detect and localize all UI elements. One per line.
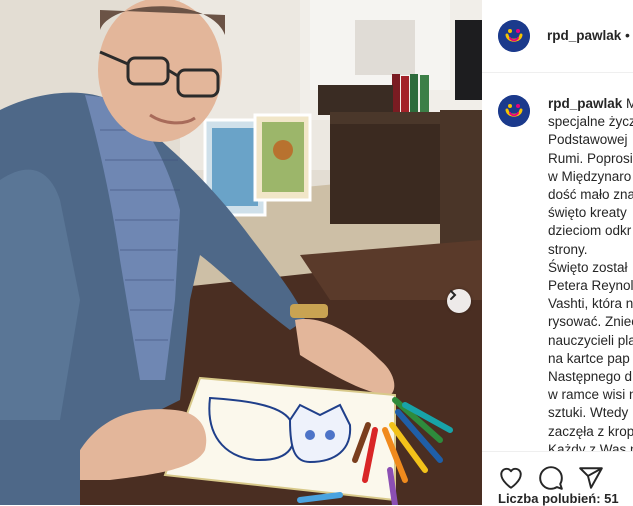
photo-scene — [0, 0, 482, 505]
rpd-logo-avatar-icon — [498, 20, 530, 52]
caption-line: nauczycieli pla — [548, 332, 633, 348]
caption-line: Petera Reynol — [548, 278, 633, 294]
caption-line: strony. — [548, 241, 588, 257]
post-header: rpd_pawlak • — [482, 0, 633, 73]
chevron-right-icon — [450, 290, 457, 300]
caption-line-0: rpd_pawlak Mi — [548, 95, 633, 113]
avatar[interactable] — [498, 20, 530, 52]
caption-line: Vashti, która n — [548, 296, 633, 312]
caption-line: Każdy z Was m — [548, 441, 633, 451]
heart-icon[interactable] — [498, 465, 524, 491]
caption-line: Następnego d — [548, 369, 633, 385]
comment-icon[interactable] — [538, 465, 564, 491]
caption-line: święto kreaty — [548, 205, 627, 221]
caption-line: dzieciom odkr — [548, 223, 632, 239]
caption-line: w Międzynaro — [548, 168, 632, 184]
caption-line: Święto został — [548, 259, 628, 275]
caption-line: w ramce wisi n — [548, 387, 633, 403]
caption-line: rysować. Zniec — [548, 314, 633, 330]
post-photo[interactable] — [0, 0, 482, 505]
header-separator: • — [625, 27, 630, 43]
likes-count[interactable]: Liczba polubień: 51 — [498, 491, 619, 506]
paper-plane-icon[interactable] — [578, 465, 604, 491]
caption-scroll-area[interactable]: rpd_pawlak Mi specjalne życz Podstawowej… — [482, 73, 633, 451]
caption-line: sztuki. Wtedy — [548, 405, 629, 421]
caption-line: na kartce pap — [548, 350, 630, 366]
caption-line: specjalne życz — [548, 114, 633, 130]
caption-line: dość mało zna — [548, 187, 633, 203]
post-side-panel: rpd_pawlak • rpd_pawlak Mi specjalne życ… — [482, 0, 633, 506]
caption-line: Rumi. Poprosi — [548, 150, 633, 166]
caption-line: Podstawowej — [548, 132, 628, 148]
next-photo-button[interactable] — [447, 289, 471, 313]
caption-line: zaczęła z krop — [548, 423, 633, 439]
caption-username[interactable]: rpd_pawlak — [548, 96, 622, 111]
header-username[interactable]: rpd_pawlak — [547, 28, 621, 43]
caption-avatar[interactable] — [498, 95, 530, 127]
rpd-logo-avatar-icon — [498, 95, 530, 127]
post-caption: rpd_pawlak Mi specjalne życz Podstawowej… — [548, 95, 633, 451]
caption-text: Mi — [626, 96, 633, 111]
